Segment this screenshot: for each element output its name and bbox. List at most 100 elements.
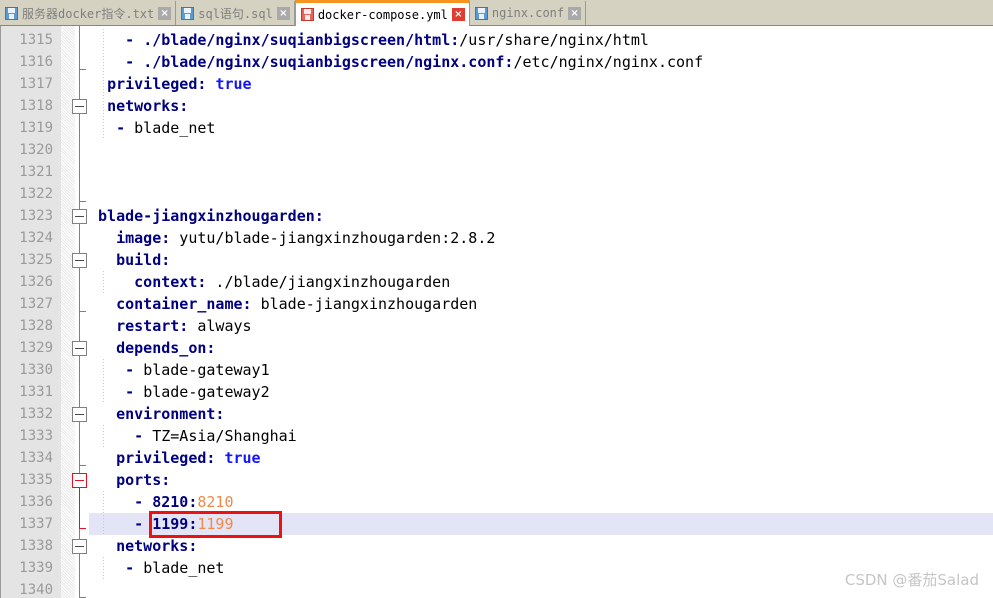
editor-tab-label: sql语句.sql	[198, 6, 273, 21]
code-line[interactable]: - blade-gateway1	[89, 359, 993, 381]
code-editor[interactable]: 1315 1316 1317 1318 1319 1320 1321 1322 1323 1324…	[0, 26, 993, 598]
line-number: 1337	[19, 516, 53, 532]
close-icon[interactable]: ×	[276, 6, 290, 20]
fold-collapse-icon[interactable]	[72, 539, 87, 554]
code-token: true	[224, 449, 261, 467]
code-line[interactable]: - ./blade/nginx/suqianbigscreen/html:/us…	[89, 29, 993, 51]
code-token: ./blade/jiangxinzhougarden	[206, 273, 451, 291]
fold-collapse-icon[interactable]	[72, 99, 87, 114]
code-token: -	[125, 361, 144, 379]
line-number: 1322	[19, 186, 53, 202]
line-number: 1329	[19, 340, 53, 356]
code-token: 1199	[197, 515, 234, 533]
code-token: /etc/nginx/nginx.conf	[513, 53, 704, 71]
line-number: 1325	[19, 252, 53, 268]
fold-tick-icon	[79, 465, 86, 466]
code-token: container_name:	[116, 295, 252, 313]
code-line[interactable]: context: ./blade/jiangxinzhougarden	[89, 271, 993, 293]
fold-collapse-icon[interactable]	[72, 253, 87, 268]
code-line[interactable]: build:	[89, 249, 993, 271]
code-line[interactable]: - ./blade/nginx/suqianbigscreen/nginx.co…	[89, 51, 993, 73]
line-number: 1316	[19, 54, 53, 70]
close-icon[interactable]: ×	[451, 8, 465, 21]
code-line[interactable]: - TZ=Asia/Shanghai	[89, 425, 993, 447]
code-line[interactable]: networks:	[89, 95, 993, 117]
indent-guide	[103, 491, 104, 535]
fold-tick-icon	[79, 311, 86, 312]
editor-tab-3[interactable]: docker-compose.yml ×	[294, 0, 470, 26]
code-token: privileged:	[116, 449, 216, 467]
close-icon[interactable]: ×	[568, 6, 582, 20]
line-number: 1323	[19, 208, 53, 224]
code-line[interactable]: - blade_net	[89, 117, 993, 139]
fold-collapse-icon[interactable]	[72, 473, 87, 488]
code-text-area[interactable]: - ./blade/nginx/suqianbigscreen/html:/us…	[89, 26, 993, 598]
code-line[interactable]: restart: always	[89, 315, 993, 337]
line-number: 1335	[19, 472, 53, 488]
editor-tab-label: 服务器docker指令.txt	[22, 6, 155, 21]
code-token: /usr/share/nginx/html	[459, 31, 649, 49]
fold-collapse-icon[interactable]	[72, 209, 87, 224]
editor-tab-4[interactable]: nginx.conf ×	[469, 1, 587, 25]
indent-guide	[103, 359, 104, 403]
indent-guide	[103, 425, 104, 447]
code-line[interactable]: image: yutu/blade-jiangxinzhougarden:2.8…	[89, 227, 993, 249]
line-number: 1317	[19, 76, 53, 92]
editor-tab-2[interactable]: sql语句.sql ×	[176, 1, 295, 25]
code-token: environment:	[116, 405, 225, 423]
code-line[interactable]: - 1199:1199	[89, 513, 993, 535]
code-line[interactable]	[89, 139, 993, 161]
editor-tab-label: docker-compose.yml	[317, 7, 448, 22]
code-token: blade_net	[134, 119, 216, 137]
floppy-disk-icon	[181, 6, 195, 20]
code-line[interactable]: blade-jiangxinzhougarden:	[89, 205, 993, 227]
code-line[interactable]	[89, 183, 993, 205]
code-folding-margin[interactable]	[61, 26, 89, 598]
editor-tab-1[interactable]: 服务器docker指令.txt ×	[0, 1, 177, 25]
indent-guide	[103, 29, 104, 139]
code-line[interactable]	[89, 161, 993, 183]
code-line[interactable]: privileged: true	[89, 447, 993, 469]
code-line[interactable]: privileged: true	[89, 73, 993, 95]
code-token: -	[134, 493, 153, 511]
code-line[interactable]: ports:	[89, 469, 993, 491]
watermark-text: CSDN @番茄Salad	[844, 571, 979, 589]
floppy-disk-icon	[300, 8, 314, 21]
line-number: 1321	[19, 164, 53, 180]
code-token: networks:	[116, 537, 198, 555]
code-line[interactable]: depends_on:	[89, 337, 993, 359]
code-line[interactable]: - blade-gateway2	[89, 381, 993, 403]
indent-guide	[103, 557, 104, 579]
fold-collapse-icon[interactable]	[72, 407, 87, 422]
close-icon[interactable]: ×	[158, 6, 172, 20]
code-line[interactable]: - 8210:8210	[89, 491, 993, 513]
code-token: blade-gateway2	[143, 383, 270, 401]
line-number: 1333	[19, 428, 53, 444]
floppy-disk-icon	[474, 6, 488, 20]
fold-tick-icon	[79, 69, 86, 70]
code-token: -	[125, 53, 144, 71]
line-number: 1331	[19, 384, 53, 400]
line-number: 1327	[19, 296, 53, 312]
code-token: 8210	[152, 493, 189, 511]
line-number: 1334	[19, 450, 53, 466]
code-line[interactable]: environment:	[89, 403, 993, 425]
code-token: -	[125, 383, 144, 401]
fold-collapse-icon[interactable]	[72, 341, 87, 356]
code-line[interactable]: networks:	[89, 535, 993, 557]
code-line[interactable]: container_name: blade-jiangxinzhougarden	[89, 293, 993, 315]
code-token: restart:	[116, 317, 189, 335]
